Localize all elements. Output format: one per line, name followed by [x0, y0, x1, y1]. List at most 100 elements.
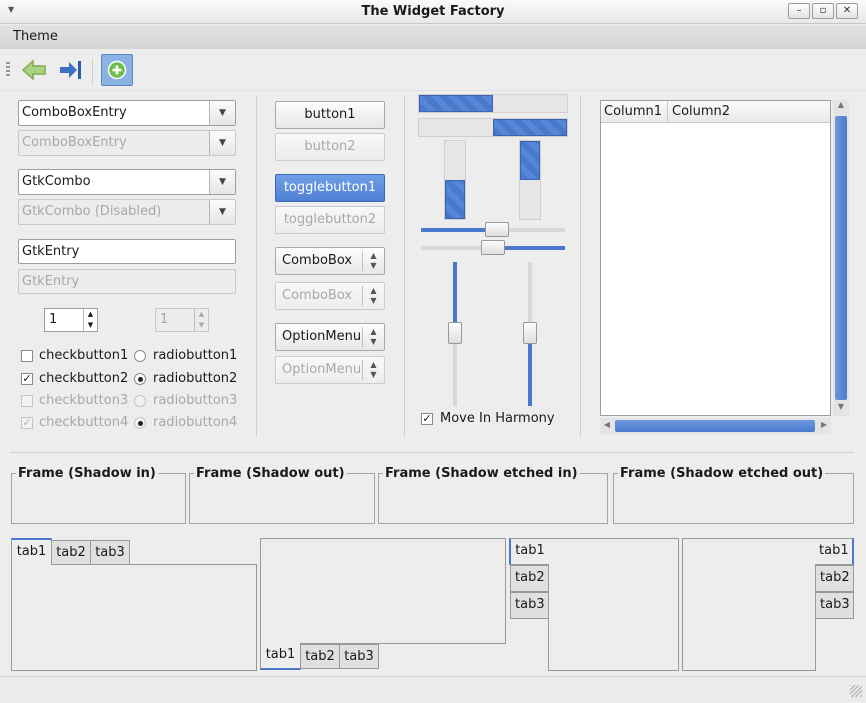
- frame-shadow-etched-in: Frame (Shadow etched in): [378, 466, 608, 524]
- optionmenu-value: OptionMenu: [282, 329, 362, 344]
- chevron-down-icon: ▼: [209, 131, 235, 155]
- statusbar: [0, 676, 866, 703]
- checkbutton1-label: checkbutton1: [39, 348, 129, 363]
- scroll-right-icon[interactable]: ▶: [817, 420, 831, 432]
- hscale-1-handle[interactable]: [485, 222, 509, 237]
- tree-view[interactable]: Column1 Column2: [600, 100, 831, 416]
- checkbox-4: ✓: [21, 416, 33, 429]
- vertical-scrollbar[interactable]: ▲ ▼: [833, 100, 849, 416]
- checkbox-1[interactable]: [21, 350, 33, 362]
- togglebutton2: togglebutton2: [275, 206, 385, 234]
- checkbutton4-label: checkbutton4: [39, 415, 129, 430]
- hscale-2-handle[interactable]: [481, 240, 505, 255]
- move-in-harmony-checkbox[interactable]: ✓: [421, 413, 433, 425]
- radiobutton3-label: radiobutton3: [153, 393, 238, 408]
- tab-top-1[interactable]: tab1: [11, 538, 52, 565]
- spin-arrows-icon[interactable]: ▲ ▼: [83, 309, 97, 331]
- gtkcombo-disabled-value: GtkCombo (Disabled): [22, 204, 162, 219]
- frame-shadow-etched-out: Frame (Shadow etched out): [613, 466, 854, 524]
- frame-shadow-out: Frame (Shadow out): [189, 466, 375, 524]
- window-title: The Widget Factory: [361, 4, 505, 19]
- vscale-1-handle[interactable]: [448, 322, 462, 344]
- notebook-top-page: [11, 564, 257, 671]
- combobox-entry[interactable]: ComboBoxEntry ▼: [18, 100, 236, 126]
- spin-disabled-value: 1: [160, 312, 169, 327]
- vscale-2-handle[interactable]: [523, 322, 537, 344]
- spin-value: 1: [49, 312, 58, 327]
- progressbar-h2: [418, 118, 568, 137]
- tab-right-2[interactable]: tab2: [815, 565, 854, 592]
- menu-theme[interactable]: Theme: [13, 29, 58, 44]
- progressbar-h1-fill: [419, 95, 493, 112]
- spin-button[interactable]: 1 ▲ ▼: [44, 308, 98, 332]
- up-down-icon: ▲ ▼: [362, 286, 384, 306]
- scroll-down-icon[interactable]: ▼: [833, 402, 849, 416]
- horizontal-separator: [10, 452, 854, 453]
- column-separator: [580, 96, 581, 436]
- checkbox-2[interactable]: ✓: [21, 373, 33, 385]
- optionmenu-disabled-value: OptionMenu: [282, 362, 362, 377]
- progressbar-v2-fill: [520, 141, 540, 180]
- back-arrow-icon[interactable]: [18, 54, 50, 86]
- optionmenu[interactable]: OptionMenu ▲ ▼: [275, 323, 385, 351]
- add-icon[interactable]: [101, 54, 133, 86]
- tab-top-2[interactable]: tab2: [51, 540, 91, 565]
- progressbar-v1-fill: [445, 180, 465, 219]
- frame-shadow-in: Frame (Shadow in): [11, 466, 186, 524]
- checkbox-3: [21, 395, 33, 407]
- vscale-2-fill: [528, 334, 532, 406]
- toolbar-grip[interactable]: [6, 62, 10, 78]
- chevron-down-icon: ▼: [209, 200, 235, 224]
- tab-bottom-1[interactable]: tab1: [260, 643, 301, 670]
- up-down-icon: ▲ ▼: [362, 251, 384, 271]
- button1[interactable]: button1: [275, 101, 385, 129]
- spin-arrows-icon: ▲ ▼: [194, 309, 208, 331]
- combobox[interactable]: ComboBox ▲ ▼: [275, 247, 385, 275]
- gtkcombo-value: GtkCombo: [22, 174, 91, 189]
- scroll-up-icon[interactable]: ▲: [833, 100, 849, 114]
- column-separator: [404, 96, 405, 436]
- frame-shadow-out-label: Frame (Shadow out): [194, 466, 347, 481]
- gtk-entry[interactable]: GtkEntry: [18, 239, 236, 264]
- chevron-down-icon[interactable]: ▼: [209, 170, 235, 194]
- checkbutton2-label: checkbutton2: [39, 371, 129, 386]
- maximize-button[interactable]: ▫: [812, 3, 834, 19]
- radiobutton1-label: radiobutton1: [153, 348, 238, 363]
- tab-right-3[interactable]: tab3: [815, 592, 854, 619]
- vertical-scroll-thumb[interactable]: [835, 116, 847, 400]
- combobox-value: ComboBox: [282, 253, 353, 268]
- gtkcombo[interactable]: GtkCombo ▼: [18, 169, 236, 195]
- checkbutton3-label: checkbutton3: [39, 393, 129, 408]
- radio-1[interactable]: [134, 350, 146, 362]
- combobox-disabled: ComboBox ▲ ▼: [275, 282, 385, 310]
- radio-2[interactable]: [134, 373, 146, 385]
- gtkcombo-disabled: GtkCombo (Disabled) ▼: [18, 199, 236, 225]
- tab-top-3[interactable]: tab3: [90, 540, 130, 565]
- tab-bottom-2[interactable]: tab2: [300, 644, 340, 669]
- tab-right-1[interactable]: tab1: [815, 538, 854, 565]
- radiobutton4-label: radiobutton4: [153, 415, 238, 430]
- column2-header[interactable]: Column2: [669, 101, 730, 123]
- frame-shadow-etched-out-label: Frame (Shadow etched out): [618, 466, 826, 481]
- tab-left-2[interactable]: tab2: [510, 565, 549, 592]
- progressbar-v2: [519, 140, 541, 220]
- tab-left-3[interactable]: tab3: [510, 592, 549, 619]
- column1-header[interactable]: Column1: [601, 101, 668, 123]
- column-separator: [256, 96, 257, 436]
- close-button[interactable]: ✕: [836, 3, 858, 19]
- scroll-left-icon[interactable]: ◀: [600, 420, 614, 432]
- chevron-down-icon[interactable]: ▼: [209, 101, 235, 125]
- horizontal-scrollbar[interactable]: ◀ ▶: [600, 418, 831, 434]
- move-in-harmony-label: Move In Harmony: [440, 411, 555, 426]
- radio-4: [134, 417, 146, 429]
- horizontal-scroll-thumb[interactable]: [615, 420, 815, 432]
- progressbar-v1: [444, 140, 466, 220]
- minimize-button[interactable]: –: [788, 3, 810, 19]
- tab-left-1[interactable]: tab1: [509, 538, 549, 565]
- togglebutton1[interactable]: togglebutton1: [275, 174, 385, 202]
- resize-grip-icon[interactable]: [850, 685, 862, 697]
- frame-shadow-etched-in-label: Frame (Shadow etched in): [383, 466, 580, 481]
- tab-bottom-3[interactable]: tab3: [339, 644, 379, 669]
- spin-button-disabled: 1 ▲ ▼: [155, 308, 209, 332]
- goto-last-icon[interactable]: [54, 54, 86, 86]
